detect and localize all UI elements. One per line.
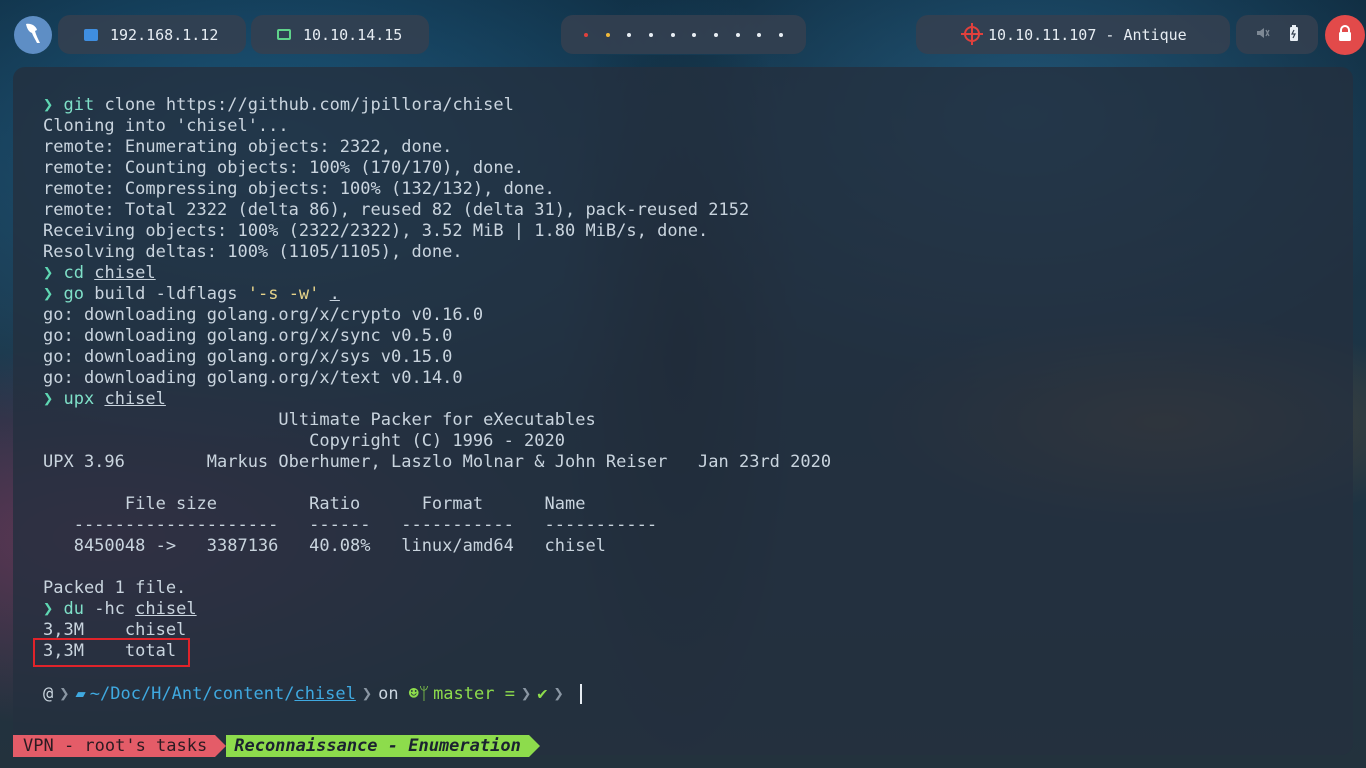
command-name: cd	[63, 263, 84, 283]
workspace-dot[interactable]	[757, 32, 762, 37]
terminal-line: -------------------- ------ ----------- …	[43, 515, 658, 535]
terminal-line: 3,3M chisel	[43, 620, 187, 640]
terminal-window[interactable]: ❯ git clone https://github.com/jpillora/…	[13, 67, 1353, 755]
prompt-symbol: ❯	[43, 95, 54, 115]
branch-label: master =	[433, 684, 515, 704]
terminal-line: Cloning into 'chisel'...	[43, 116, 289, 136]
command-path-arg: chisel	[104, 389, 166, 409]
terminal-line: ❯ cd chisel	[43, 263, 1353, 284]
terminal-output: ❯ git clone https://github.com/jpillora/…	[43, 95, 1353, 662]
path-current: chisel	[294, 684, 356, 704]
command-args: clone https://github.com/jpillora/chisel	[94, 95, 514, 115]
muted-speaker-icon[interactable]	[1256, 26, 1270, 44]
highlight-box	[33, 638, 190, 667]
command-path-arg: chisel	[135, 599, 197, 619]
command-name: upx	[63, 389, 95, 409]
workspace-dot[interactable]	[692, 32, 697, 37]
command-name: go	[63, 284, 84, 304]
prompt-symbol: ❯	[43, 389, 54, 409]
crane-bird-icon	[22, 21, 44, 50]
terminal-line: remote: Compressing objects: 100% (132/1…	[43, 179, 555, 199]
command-path-arg: .	[329, 284, 340, 304]
terminal-line: ❯ upx chisel	[43, 389, 1353, 410]
terminal-line: ❯ git clone https://github.com/jpillora/…	[43, 95, 1353, 116]
terminal-line: UPX 3.96 Markus Oberhumer, Laszlo Molnar…	[43, 452, 832, 472]
vpn-ip-pill[interactable]: 10.10.14.15	[251, 15, 429, 54]
folder-icon: ▰	[75, 684, 86, 704]
powerline-arrow	[528, 735, 540, 757]
path-prefix: ~/Doc/H/Ant/content/	[89, 684, 295, 704]
chevron-right-icon: ❯	[520, 684, 532, 704]
active-task[interactable]: Reconnaissance - Enumeration	[226, 735, 529, 757]
git-branch-icon: ᛘ	[418, 684, 430, 704]
vpn-ip-label: 10.10.14.15	[303, 25, 403, 44]
chevron-right-icon: ❯	[553, 684, 564, 704]
lock-icon	[1338, 25, 1352, 45]
prompt-symbol: ❯	[43, 284, 54, 304]
powerline-arrow	[215, 735, 227, 757]
vpn-task[interactable]: VPN - root's tasks	[13, 735, 216, 757]
target-label: 10.10.11.107 - Antique	[988, 25, 1187, 44]
workspace-dot[interactable]	[735, 32, 740, 37]
battery-icon	[1289, 24, 1299, 45]
workspace-dot[interactable]	[648, 32, 653, 37]
terminal-line: 3,3M total	[43, 641, 177, 661]
ethernet-ip-pill[interactable]: 192.168.1.12	[58, 15, 246, 54]
text-cursor[interactable]	[579, 684, 582, 704]
on-label: on	[378, 684, 399, 704]
command-args: -hc	[83, 599, 136, 619]
terminal-line: Receiving objects: 100% (2322/2322), 3.5…	[43, 221, 709, 241]
lock-button[interactable]	[1325, 15, 1365, 55]
terminal-line: ❯ du -hc chisel	[43, 599, 1353, 620]
workspace-switcher[interactable]	[561, 15, 806, 54]
system-tray[interactable]	[1236, 15, 1318, 54]
terminal-line: go: downloading golang.org/x/sync v0.5.0	[43, 326, 453, 346]
launcher-button[interactable]	[14, 16, 52, 54]
prompt-symbol: ❯	[43, 263, 54, 283]
terminal-line: 8450048 -> 3387136 40.08% linux/amd64 ch…	[43, 536, 606, 556]
command-string: '-s -w'	[247, 284, 320, 304]
prompt-symbol: ❯	[43, 599, 54, 619]
command-args: build -ldflags	[83, 284, 248, 304]
github-octocat-icon: ☻	[408, 684, 419, 704]
terminal-line: Packed 1 file.	[43, 578, 187, 598]
shell-prompt: @ ❯ ▰ ~/Doc/H/Ant/content/ chisel ❯ on ☻…	[43, 682, 582, 706]
terminal-line: remote: Enumerating objects: 2322, done.	[43, 137, 453, 157]
terminal-line: remote: Total 2322 (delta 86), reused 82…	[43, 200, 750, 220]
tmux-status-bar: VPN - root's tasks Reconnaissance - Enum…	[13, 735, 540, 757]
laptop-icon	[277, 29, 291, 40]
workspace-dot[interactable]	[713, 32, 718, 37]
terminal-line: File size Ratio Format Name	[43, 494, 586, 514]
chevron-right-icon: ❯	[59, 684, 70, 704]
ethernet-icon	[84, 28, 98, 41]
workspace-dot[interactable]	[583, 32, 588, 37]
terminal-line: Resolving deltas: 100% (1105/1105), done…	[43, 242, 463, 262]
terminal-line: Ultimate Packer for eXecutables	[43, 410, 596, 430]
workspace-dot[interactable]	[605, 32, 610, 37]
workspace-dot[interactable]	[627, 32, 632, 37]
ethernet-ip-label: 192.168.1.12	[110, 25, 219, 44]
command-name: du	[63, 599, 84, 619]
debian-swirl-icon: @	[43, 684, 54, 704]
command-name: git	[63, 95, 95, 115]
target-pill[interactable]: 10.10.11.107 - Antique	[916, 15, 1230, 54]
crosshair-icon	[961, 23, 983, 45]
chevron-right-icon: ❯	[361, 684, 373, 704]
command-path-arg: chisel	[94, 263, 156, 283]
terminal-line: go: downloading golang.org/x/crypto v0.1…	[43, 305, 484, 325]
terminal-line: Copyright (C) 1996 - 2020	[43, 431, 565, 451]
terminal-line: ❯ go build -ldflags '-s -w' .	[43, 284, 1353, 305]
terminal-line: remote: Counting objects: 100% (170/170)…	[43, 158, 525, 178]
status-check: ✔	[537, 684, 548, 704]
terminal-line: go: downloading golang.org/x/sys v0.15.0	[43, 347, 453, 367]
terminal-line: go: downloading golang.org/x/text v0.14.…	[43, 368, 463, 388]
workspace-dot[interactable]	[779, 32, 784, 37]
workspace-dot[interactable]	[670, 32, 675, 37]
